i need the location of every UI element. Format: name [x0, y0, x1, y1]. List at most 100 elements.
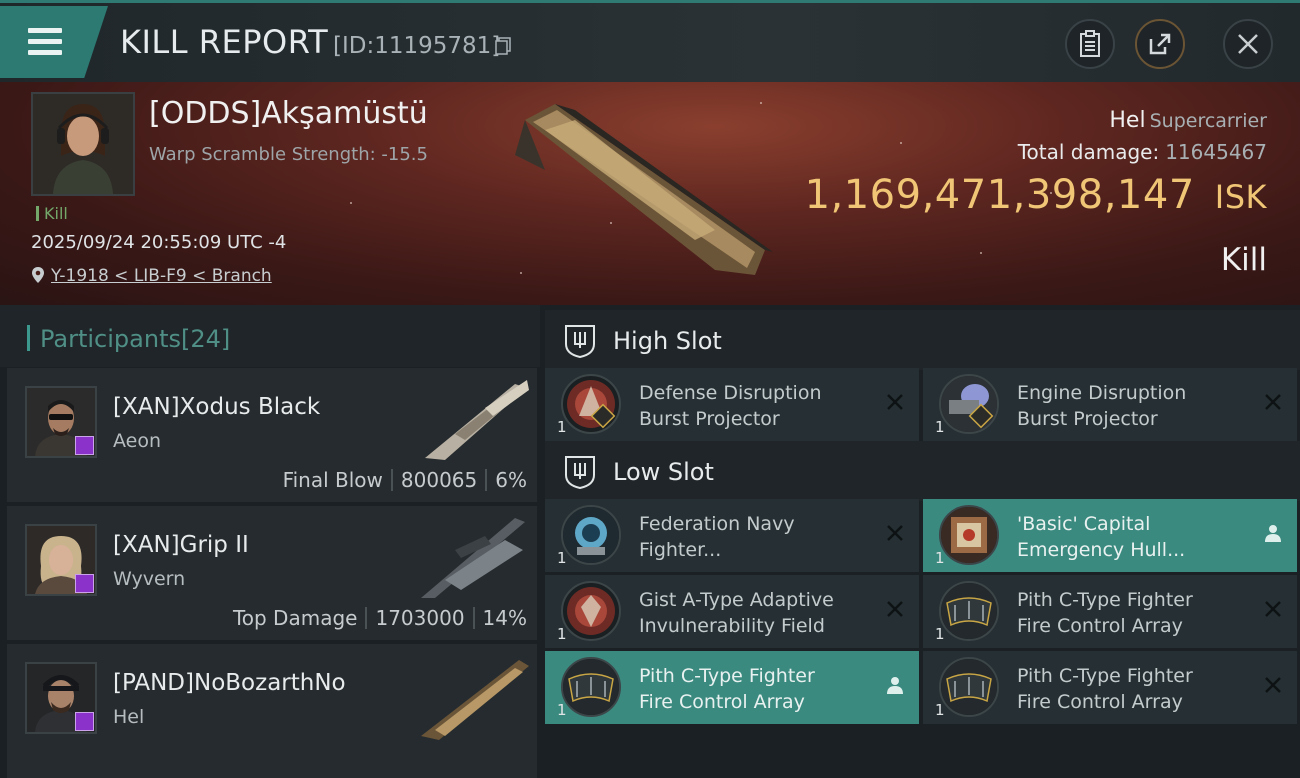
shield-slot-icon — [565, 325, 595, 358]
module-name: Pith C-Type Fighter Fire Control Array — [1017, 663, 1193, 715]
victim-ship-image — [515, 104, 773, 275]
module-item[interactable]: 1 Defense Disruption Burst Projector — [545, 368, 919, 441]
pilot-badge-icon — [75, 574, 94, 593]
module-name-line2: Invulnerability Field — [639, 615, 825, 637]
module-qty: 1 — [557, 418, 567, 436]
fire-control-array-icon — [939, 657, 999, 717]
close-x-icon — [887, 394, 903, 410]
kill-tag-label: Kill — [44, 204, 68, 223]
module-name-line2: Fire Control Array — [1017, 615, 1183, 637]
module-name-line1: Engine Disruption — [1017, 382, 1187, 404]
clipboard-icon — [1080, 30, 1100, 57]
ship-class: Supercarrier — [1149, 110, 1267, 132]
module-name-line1: Gist A-Type Adaptive — [639, 589, 834, 611]
close-x-icon — [887, 525, 903, 541]
total-damage-label: Total damage: — [1017, 140, 1160, 164]
module-item[interactable]: 1 Federation Navy Fighter... — [545, 499, 919, 572]
participant-name: [XAN]Grip II — [113, 532, 249, 558]
module-qty: 1 — [557, 701, 567, 719]
isk-amount: 1,169,471,398,147 — [804, 172, 1195, 218]
module-name-line1: Federation Navy — [639, 513, 795, 535]
participant-ship-image — [421, 660, 529, 740]
participant-row[interactable]: [PAND]NoBozarthNo Hel — [7, 644, 537, 778]
participant-row[interactable]: [XAN]Xodus Black Aeon Final Blow 800065 6% — [7, 368, 537, 502]
module-name-line1: Defense Disruption — [639, 382, 822, 404]
warp-scramble-strength: Warp Scramble Strength: -15.5 — [149, 144, 428, 165]
top-bar: KILL REPORT [ID:11195781] — [0, 0, 1300, 82]
low-slot-header: Low Slot — [545, 441, 1300, 501]
participants-title: Participants[24] — [27, 325, 230, 353]
module-qty: 1 — [557, 625, 567, 643]
fighter-support-icon — [561, 505, 621, 565]
participants-label: Participants — [40, 325, 181, 353]
participant-stats: Top Damage 1703000 14% — [233, 606, 527, 630]
victim-avatar[interactable] — [31, 92, 135, 196]
participant-ship: Aeon — [113, 430, 162, 452]
location-pin-icon — [32, 267, 44, 283]
module-item[interactable]: 1 Gist A-Type Adaptive Invulnerability Fi… — [545, 575, 919, 648]
participants-count: [24] — [180, 325, 231, 353]
module-item[interactable]: 1 Pith C-Type Fighter Fire Control Array — [923, 651, 1297, 724]
close-button[interactable] — [1223, 19, 1273, 69]
close-x-icon — [1265, 601, 1281, 617]
module-qty: 1 — [935, 418, 945, 436]
module-item[interactable]: 1 Pith C-Type Fighter Fire Control Array — [545, 651, 919, 724]
high-slot-label: High Slot — [613, 327, 722, 355]
fire-control-array-icon — [561, 657, 621, 717]
module-item[interactable]: 1 'Basic' Capital Emergency Hull... — [923, 499, 1297, 572]
participant-damage: 800065 — [400, 468, 478, 492]
clipboard-button[interactable] — [1065, 19, 1115, 69]
participant-ship: Hel — [113, 706, 145, 728]
total-damage-value: 11645467 — [1165, 140, 1267, 164]
copy-icon[interactable] — [495, 37, 511, 55]
pilot-icon — [887, 677, 903, 694]
victim-panel: [ODDS]Akşamüstü Warp Scramble Strength: … — [0, 82, 1300, 305]
module-name-line1: Pith C-Type Fighter — [1017, 589, 1193, 611]
page-title: KILL REPORT — [120, 23, 329, 61]
kill-tag: Kill — [36, 204, 68, 223]
module-item[interactable]: 1 Pith C-Type Fighter Fire Control Array — [923, 575, 1297, 648]
hamburger-icon — [28, 28, 62, 61]
close-x-icon — [887, 601, 903, 617]
participant-role: Final Blow — [282, 468, 383, 492]
victim-name: [ODDS]Akşamüstü — [149, 96, 428, 131]
module-name-line2: Burst Projector — [1017, 408, 1158, 430]
module-qty: 1 — [935, 625, 945, 643]
module-qty: 1 — [935, 549, 945, 567]
participant-damage: 1703000 — [375, 606, 465, 630]
module-name: Gist A-Type Adaptive Invulnerability Fiel… — [639, 587, 834, 639]
participant-row[interactable]: [XAN]Grip II Wyvern Top Damage 1703000 14% — [7, 506, 537, 640]
isk-value: 1,169,471,398,147 ISK — [805, 172, 1267, 218]
share-button[interactable] — [1135, 19, 1185, 69]
module-name-line2: Burst Projector — [639, 408, 780, 430]
kill-result: Kill — [1220, 242, 1267, 278]
module-name-line2: Emergency Hull... — [1017, 539, 1186, 561]
module-name-line2: Fire Control Array — [639, 691, 805, 713]
participant-percent: 14% — [482, 606, 527, 630]
low-slot-label: Low Slot — [613, 458, 714, 486]
kill-location[interactable]: Y-1918 < LIB-F9 < Branch — [31, 266, 272, 286]
module-name-line1: 'Basic' Capital — [1017, 513, 1151, 535]
pilot-badge-icon — [75, 712, 94, 731]
module-item[interactable]: 1 Engine Disruption Burst Projector — [923, 368, 1297, 441]
participant-ship-image — [425, 380, 529, 460]
close-x-icon — [1265, 677, 1281, 693]
module-name: Defense Disruption Burst Projector — [639, 380, 822, 432]
participant-role: Top Damage — [232, 606, 358, 630]
module-name: Federation Navy Fighter... — [639, 511, 795, 563]
invulnerability-field-icon — [561, 581, 621, 641]
module-name: 'Basic' Capital Emergency Hull... — [1017, 511, 1185, 563]
module-name-line1: Pith C-Type Fighter — [1017, 665, 1193, 687]
participant-ship: Wyvern — [113, 568, 186, 590]
kill-datetime: 2025/09/24 20:55:09 UTC -4 — [31, 232, 287, 253]
participant-stats: Final Blow 800065 6% — [283, 468, 527, 492]
module-name-line1: Pith C-Type Fighter — [639, 665, 815, 687]
module-name-line2: Fire Control Array — [1017, 691, 1183, 713]
pilot-icon — [1265, 525, 1281, 542]
location-link[interactable]: Y-1918 < LIB-F9 < Branch — [51, 266, 272, 286]
isk-unit: ISK — [1214, 178, 1267, 216]
participants-header: Participants[24] — [0, 305, 540, 367]
shield-slot-icon — [565, 456, 595, 489]
emergency-hull-icon — [939, 505, 999, 565]
menu-button[interactable] — [0, 6, 108, 78]
